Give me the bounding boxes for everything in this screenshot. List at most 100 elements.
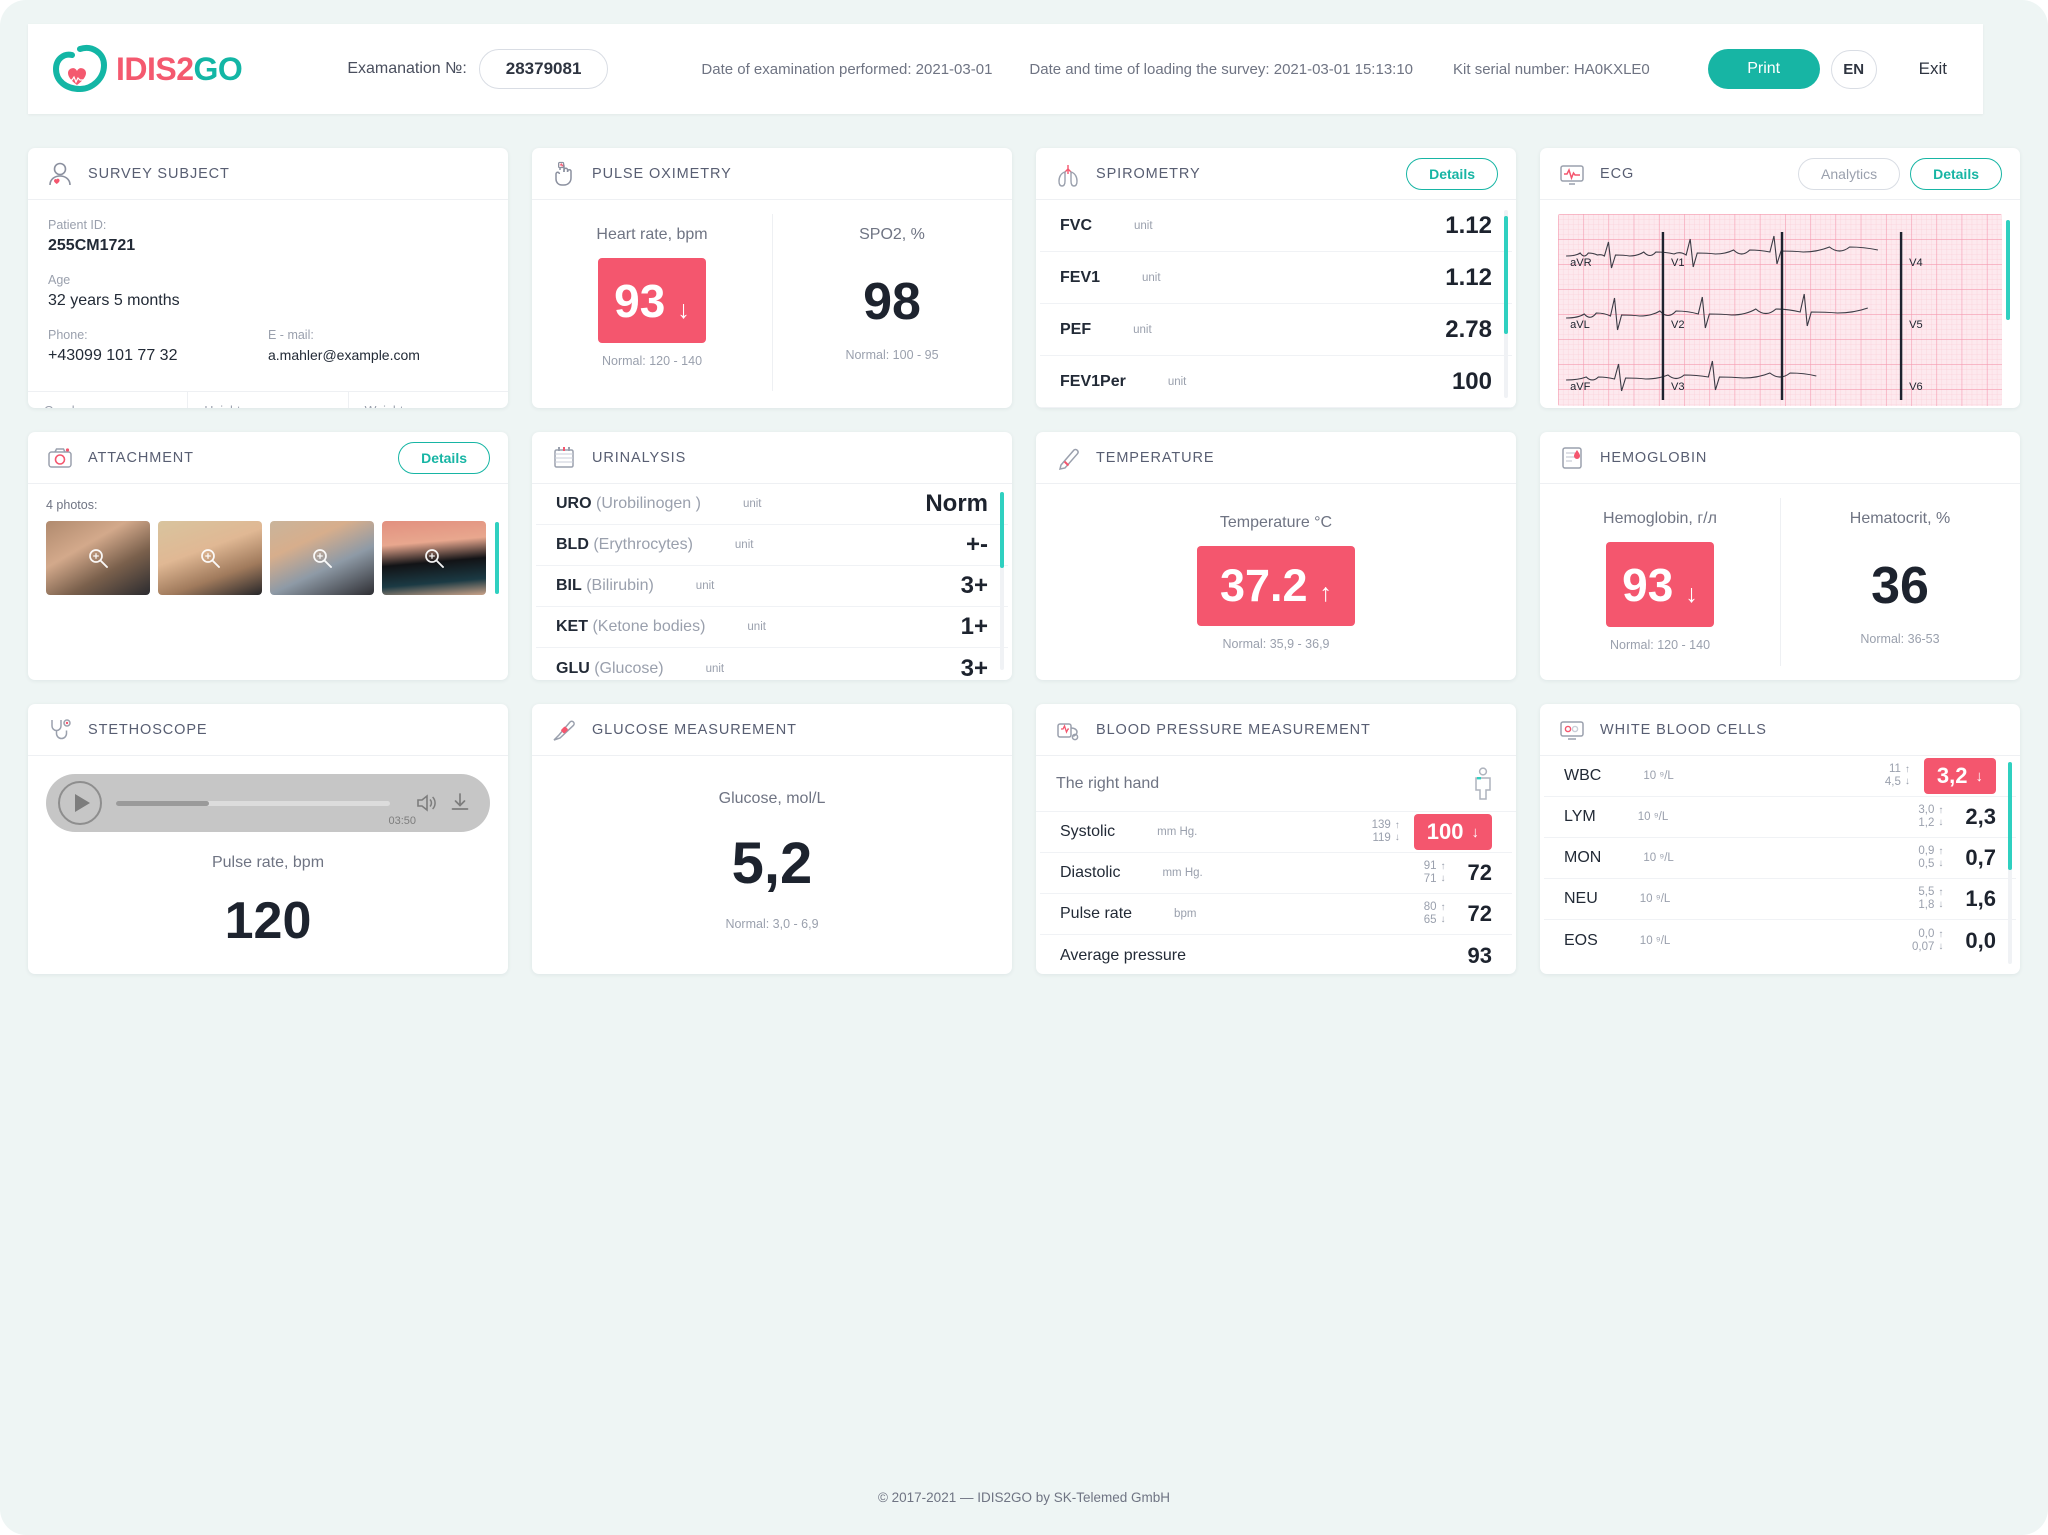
volume-icon[interactable] — [414, 791, 438, 815]
row-arrow-icon: ↓ — [1471, 823, 1480, 841]
urinalysis-title: URINALYSIS — [592, 449, 687, 466]
ecg-lead-label: aVF — [1570, 381, 1591, 393]
email-field: E - mail: a.mahler@example.com — [268, 328, 488, 383]
blood-pressure-header: BLOOD PRESSURE MEASUREMENT — [1036, 704, 1516, 756]
magnifier-icon — [425, 549, 444, 568]
ecg-scrollbar-thumb[interactable] — [2006, 220, 2010, 320]
pulse-rate-metric: Pulse rate, bpm 120 — [28, 832, 508, 956]
row-value: 0,0 — [1965, 927, 1996, 953]
card-white-blood-cells: WHITE BLOOD CELLS WBC 10 ⁹/L 11 4,5 ↑ ↓ 3,… — [1540, 704, 2020, 974]
row-reference-range: 139 119 ↑ ↓ — [1372, 819, 1400, 845]
attachment-scrollbar-thumb[interactable] — [495, 522, 499, 594]
glucose-title: GLUCOSE MEASUREMENT — [592, 721, 797, 738]
ref-low: 0,5 — [1918, 858, 1935, 870]
attachment-thumbnail[interactable] — [270, 521, 374, 595]
spirometry-scrollbar-thumb[interactable] — [1504, 216, 1508, 334]
urinalysis-scrollbar-thumb[interactable] — [1000, 492, 1004, 568]
row-ref-nums: 0,0 0,07 — [1912, 928, 1934, 954]
date-loaded: Date and time of loading the survey: 202… — [1029, 60, 1414, 78]
biometrics-row: Gender: male Height: 172 cm Weight: 72 k… — [28, 391, 508, 408]
urinalysis-rows: URO (Urobilinogen ) unit Norm BLD (Eryth… — [532, 484, 1012, 680]
row-value: 72 — [1467, 901, 1492, 926]
attachment-thumbnail[interactable] — [158, 521, 262, 595]
row-value: Norm — [925, 490, 988, 517]
height-field: Height: 172 cm — [188, 392, 349, 408]
row-name: URO (Urobilinogen ) — [556, 495, 701, 513]
play-button[interactable] — [58, 781, 102, 825]
row-value: 2.78 — [1445, 315, 1492, 343]
ecg-monitor-icon — [1560, 164, 1584, 185]
row-reference-range: 91 71 ↑ ↓ — [1424, 860, 1446, 886]
row-unit: unit — [1133, 323, 1152, 336]
logo[interactable]: IDIS2GO — [50, 43, 243, 95]
temperature-arrow-icon: ↑ — [1319, 579, 1333, 607]
row-unit: 10 ⁹/L — [1643, 770, 1674, 782]
ecg-details-button[interactable]: Details — [1910, 157, 2002, 190]
row-name: BIL (Bilirubin) — [556, 577, 654, 595]
row-value: 2,3 — [1965, 804, 1996, 829]
temperature-label: Temperature °C — [1219, 514, 1333, 531]
ref-low: 0,07 — [1912, 940, 1935, 953]
language-button[interactable]: EN — [1830, 49, 1877, 89]
logo-text-secondary: GO — [193, 50, 243, 87]
row-name: KET (Ketone bodies) — [556, 618, 705, 636]
ecg-header: ECG Analytics Details — [1540, 148, 2020, 200]
attachment-thumbnail[interactable] — [382, 521, 486, 595]
row-unit: 10 ⁹/L — [1643, 852, 1674, 864]
attachment-details-button[interactable]: Details — [398, 441, 490, 474]
ecg-waveform-chart[interactable]: aVR aVL aVF V1 V2 V3 V4 V5 V6 — [1558, 214, 2002, 406]
ecg-lead-label: V3 — [1671, 381, 1685, 393]
magnifier-icon — [313, 549, 332, 568]
ecg-analytics-button[interactable]: Analytics — [1798, 157, 1901, 190]
ecg-lead-label: V5 — [1909, 319, 1923, 331]
ref-high: 0,0 — [1918, 927, 1935, 940]
audio-duration: 03:50 — [388, 815, 416, 827]
lancet-icon — [553, 720, 575, 741]
patient-id-label: Patient ID: — [48, 218, 107, 232]
ref-arrows-icon: ↑ ↓ — [1938, 846, 1944, 869]
row-value: 100 — [1451, 367, 1492, 395]
weight-label: Weight: — [365, 404, 492, 408]
temperature-badge: 37.2 ↑ — [1197, 546, 1355, 626]
wbc-scrollbar-thumb[interactable] — [2008, 762, 2012, 870]
cards-grid: SURVEY SUBJECT Patient ID: 255CM1721 Age… — [28, 148, 2020, 974]
examination-number-value[interactable]: 28379081 — [478, 49, 609, 89]
exit-button[interactable]: Exit — [1905, 49, 1961, 89]
survey-subject-title: SURVEY SUBJECT — [88, 165, 230, 182]
footer: © 2017-2021 — IDIS2GO by SK-Telemed GmbH — [877, 1490, 1171, 1505]
card-pulse-oximetry: PULSE OXIMETRY Heart rate, bpm 93 ↓ Norm… — [532, 148, 1012, 408]
logo-text: IDIS2GO — [116, 50, 243, 88]
lungs-icon — [1058, 164, 1078, 187]
card-attachment: ATTACHMENT Details 4 photos: — [28, 432, 508, 680]
row-name: BLD (Erythrocytes) — [556, 536, 693, 554]
age-value: 32 years 5 months — [48, 292, 180, 309]
heart-rate-metric: Heart rate, bpm 93 ↓ Normal: 120 - 140 — [532, 200, 772, 405]
ref-arrows-icon: ↑ ↓ — [1904, 764, 1910, 787]
download-icon[interactable] — [448, 791, 472, 815]
glucose-header: GLUCOSE MEASUREMENT — [532, 704, 1012, 756]
glucose-value: 5,2 — [731, 831, 813, 896]
spo2-metric: SPO2, % 98 Normal: 100 - 95 — [772, 200, 1012, 405]
card-survey-subject: SURVEY SUBJECT Patient ID: 255CM1721 Age… — [28, 148, 508, 408]
row-unit: mm Hg. — [1157, 826, 1198, 838]
person-icon — [49, 162, 71, 185]
print-button[interactable]: Print — [1707, 49, 1820, 89]
table-row: FEV1 unit 1.12 — [1040, 252, 1512, 304]
phone-label: Phone: — [48, 328, 88, 342]
row-unit: 10 ⁹/L — [1637, 811, 1669, 823]
heart-rate-label: Heart rate, bpm — [596, 226, 708, 243]
audio-progress-slider[interactable] — [116, 800, 390, 806]
attachment-thumbnail[interactable] — [46, 521, 150, 595]
attachment-header-buttons: Details — [398, 441, 490, 474]
ref-high: 91 — [1423, 860, 1437, 872]
ecg-lead-label: V1 — [1671, 257, 1685, 269]
ecg-body: aVR aVL aVF V1 V2 V3 V4 V5 V6 — [1540, 200, 2020, 408]
row-name: Average pressure — [1060, 946, 1186, 964]
row-fullname: (Urobilinogen ) — [591, 495, 701, 512]
spirometry-header: SPIROMETRY Details — [1036, 148, 1516, 200]
row-name: MON — [1564, 849, 1602, 866]
row-unit: 10 ⁹/L — [1639, 893, 1671, 905]
spirometry-details-button[interactable]: Details — [1406, 157, 1498, 190]
ref-arrows-icon: ↑ ↓ — [1440, 861, 1446, 884]
ecg-lead-label: aVL — [1570, 319, 1590, 331]
